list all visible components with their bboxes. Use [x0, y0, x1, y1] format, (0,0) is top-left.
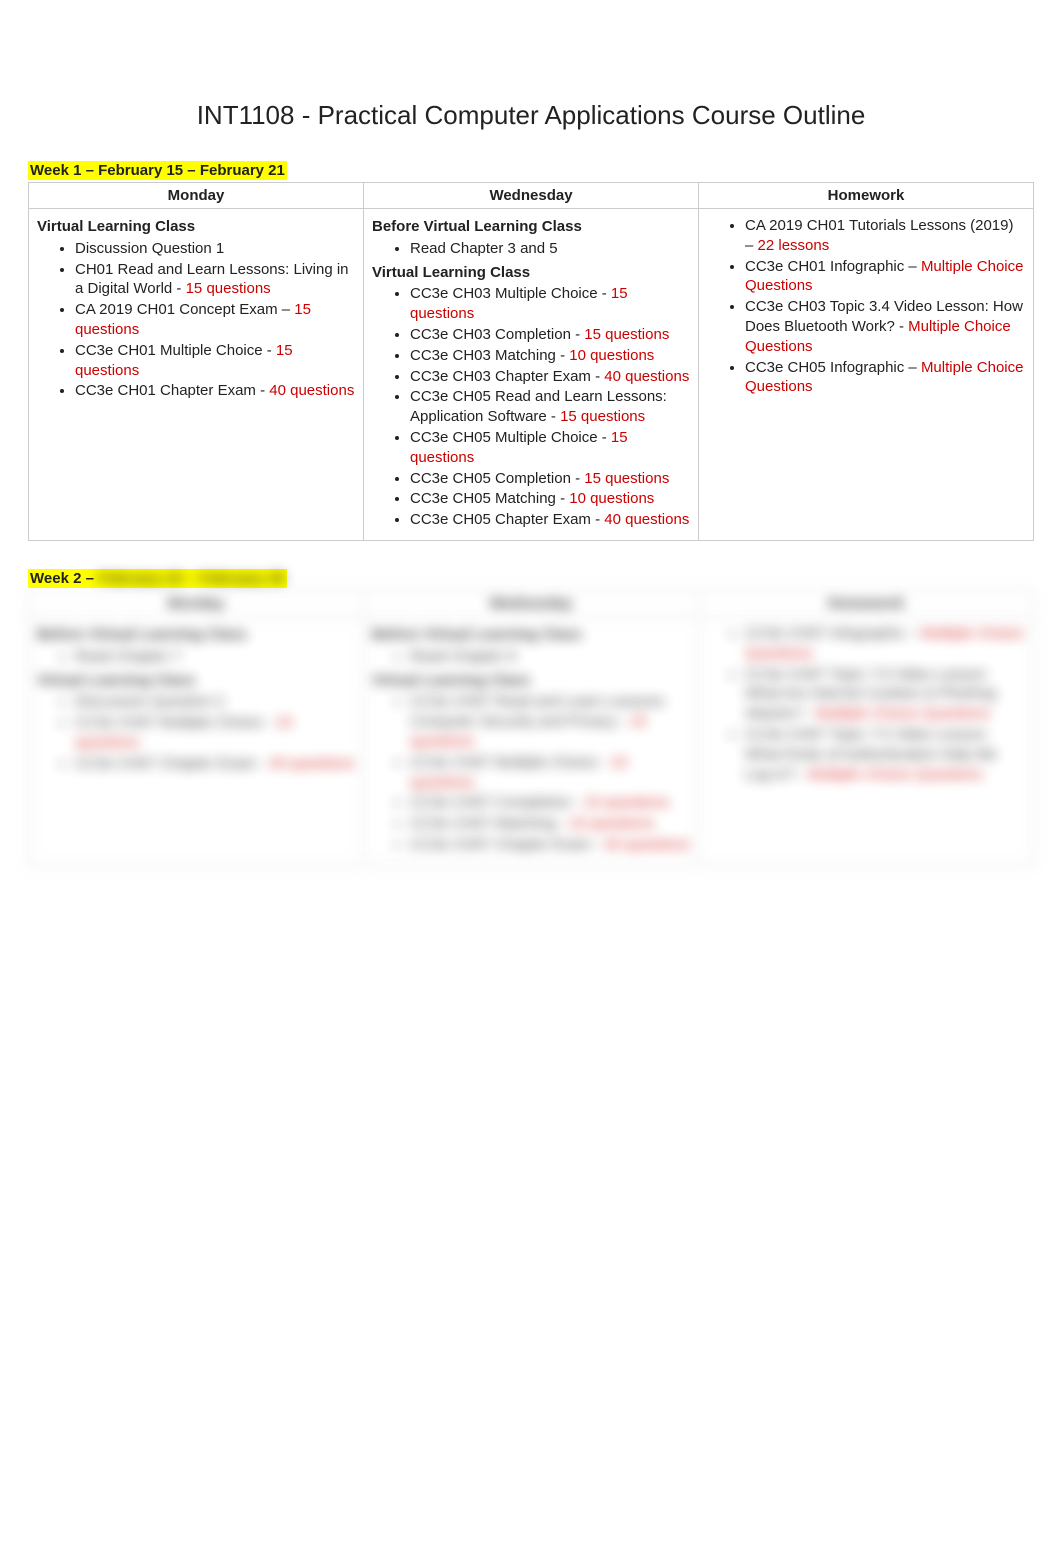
list-item: Read Chapter 3 and 5	[410, 239, 690, 259]
list-item: CC3e CH03 Matching - 10 questions	[410, 346, 690, 366]
week2-label: Week 2 – February 22 – February 28	[28, 569, 287, 588]
list-item: CC3e CH03 Chapter Exam - 40 questions	[410, 367, 690, 387]
col-monday: Monday	[29, 590, 364, 616]
list-item: CC3e CH03 Completion - 15 questions	[410, 325, 690, 345]
list-item: CC3e CH07 Completion - 15 questions	[410, 793, 690, 813]
list-item: Read Chapter 7	[75, 647, 355, 667]
list-item: CA 2019 CH01 Tutorials Lessons (2019) – …	[745, 216, 1025, 256]
col-wednesday: Wednesday	[364, 590, 699, 616]
section-heading: Virtual Learning Class	[372, 671, 690, 691]
list-item: CC3e CH05 Matching - 10 questions	[410, 489, 690, 509]
week1-label: Week 1 – February 15 – February 21	[28, 161, 287, 180]
list-item: CC3e CH01 Chapter Exam - 40 questions	[75, 381, 355, 401]
col-homework: Homework	[699, 183, 1034, 209]
week2-wednesday-cell: Before Virtual Learning Class Read Chapt…	[364, 616, 699, 865]
col-wednesday: Wednesday	[364, 183, 699, 209]
list-item: CH01 Read and Learn Lessons: Living in a…	[75, 260, 355, 300]
list-item: CC3e CH01 Multiple Choice - 15 questions	[75, 341, 355, 381]
week2-homework-cell: CC3e CH07 Infographic – Multiple Choice …	[699, 616, 1034, 865]
table-row: Virtual Learning Class Discussion Questi…	[29, 209, 1034, 541]
week2-blurred-section: Week 2 – February 22 – February 28 Monda…	[28, 563, 1034, 866]
list-item: CC3e CH05 Read and Learn Lessons: Applic…	[410, 387, 690, 427]
list-item: CC3e CH07 Multiple Choice - 15 questions	[75, 713, 355, 753]
list-item: Read Chapter 9	[410, 647, 690, 667]
week1-wednesday-cell: Before Virtual Learning Class Read Chapt…	[364, 209, 699, 541]
week1-table: Monday Wednesday Homework Virtual Learni…	[28, 182, 1034, 541]
table-header-row: Monday Wednesday Homework	[29, 590, 1034, 616]
section-heading: Virtual Learning Class	[372, 263, 690, 283]
list-item: CC3e CH03 Topic 3.4 Video Lesson: How Do…	[745, 297, 1025, 356]
list-item: CC3e CH07 Read and Learn Lessons: Comput…	[410, 692, 690, 751]
list-item: CC3e CH05 Completion - 15 questions	[410, 469, 690, 489]
week2-table: Monday Wednesday Homework Before Virtual…	[28, 590, 1034, 866]
list-item: CC3e CH07 Topic 7.6 Video Lesson: What A…	[745, 665, 1025, 724]
list-item: Discussion Question 2	[75, 692, 355, 712]
section-heading: Before Virtual Learning Class	[372, 217, 690, 237]
page-title: INT1108 - Practical Computer Application…	[28, 100, 1034, 131]
list-item: CC3e CH07 Multiple Choice - 15 questions	[410, 753, 690, 793]
table-header-row: Monday Wednesday Homework	[29, 183, 1034, 209]
section-heading: Before Virtual Learning Class	[37, 625, 355, 645]
list-item: CC3e CH03 Multiple Choice - 15 questions	[410, 284, 690, 324]
list-item: CC3e CH05 Multiple Choice - 15 questions	[410, 428, 690, 468]
section-heading: Before Virtual Learning Class	[372, 625, 690, 645]
list-item: CC3e CH07 Infographic – Multiple Choice …	[745, 624, 1025, 664]
list-item: CA 2019 CH01 Concept Exam – 15 questions	[75, 300, 355, 340]
week1-homework-cell: CA 2019 CH01 Tutorials Lessons (2019) – …	[699, 209, 1034, 541]
week1-monday-cell: Virtual Learning Class Discussion Questi…	[29, 209, 364, 541]
section-heading: Virtual Learning Class	[37, 671, 355, 691]
list-item: CC3e CH07 Topic 7.5 Video Lesson: What K…	[745, 725, 1025, 784]
list-item: CC3e CH07 Chapter Exam - 40 questions	[410, 835, 690, 855]
list-item: CC3e CH01 Infographic – Multiple Choice …	[745, 257, 1025, 297]
list-item: CC3e CH07 Chapter Exam - 40 questions	[75, 754, 355, 774]
list-item: CC3e CH05 Chapter Exam - 40 questions	[410, 510, 690, 530]
list-item: Discussion Question 1	[75, 239, 355, 259]
section-heading: Virtual Learning Class	[37, 217, 355, 237]
list-item: CC3e CH07 Matching - 10 questions	[410, 814, 690, 834]
col-homework: Homework	[699, 590, 1034, 616]
list-item: CC3e CH05 Infographic – Multiple Choice …	[745, 358, 1025, 398]
week2-monday-cell: Before Virtual Learning Class Read Chapt…	[29, 616, 364, 865]
table-row: Before Virtual Learning Class Read Chapt…	[29, 616, 1034, 865]
col-monday: Monday	[29, 183, 364, 209]
